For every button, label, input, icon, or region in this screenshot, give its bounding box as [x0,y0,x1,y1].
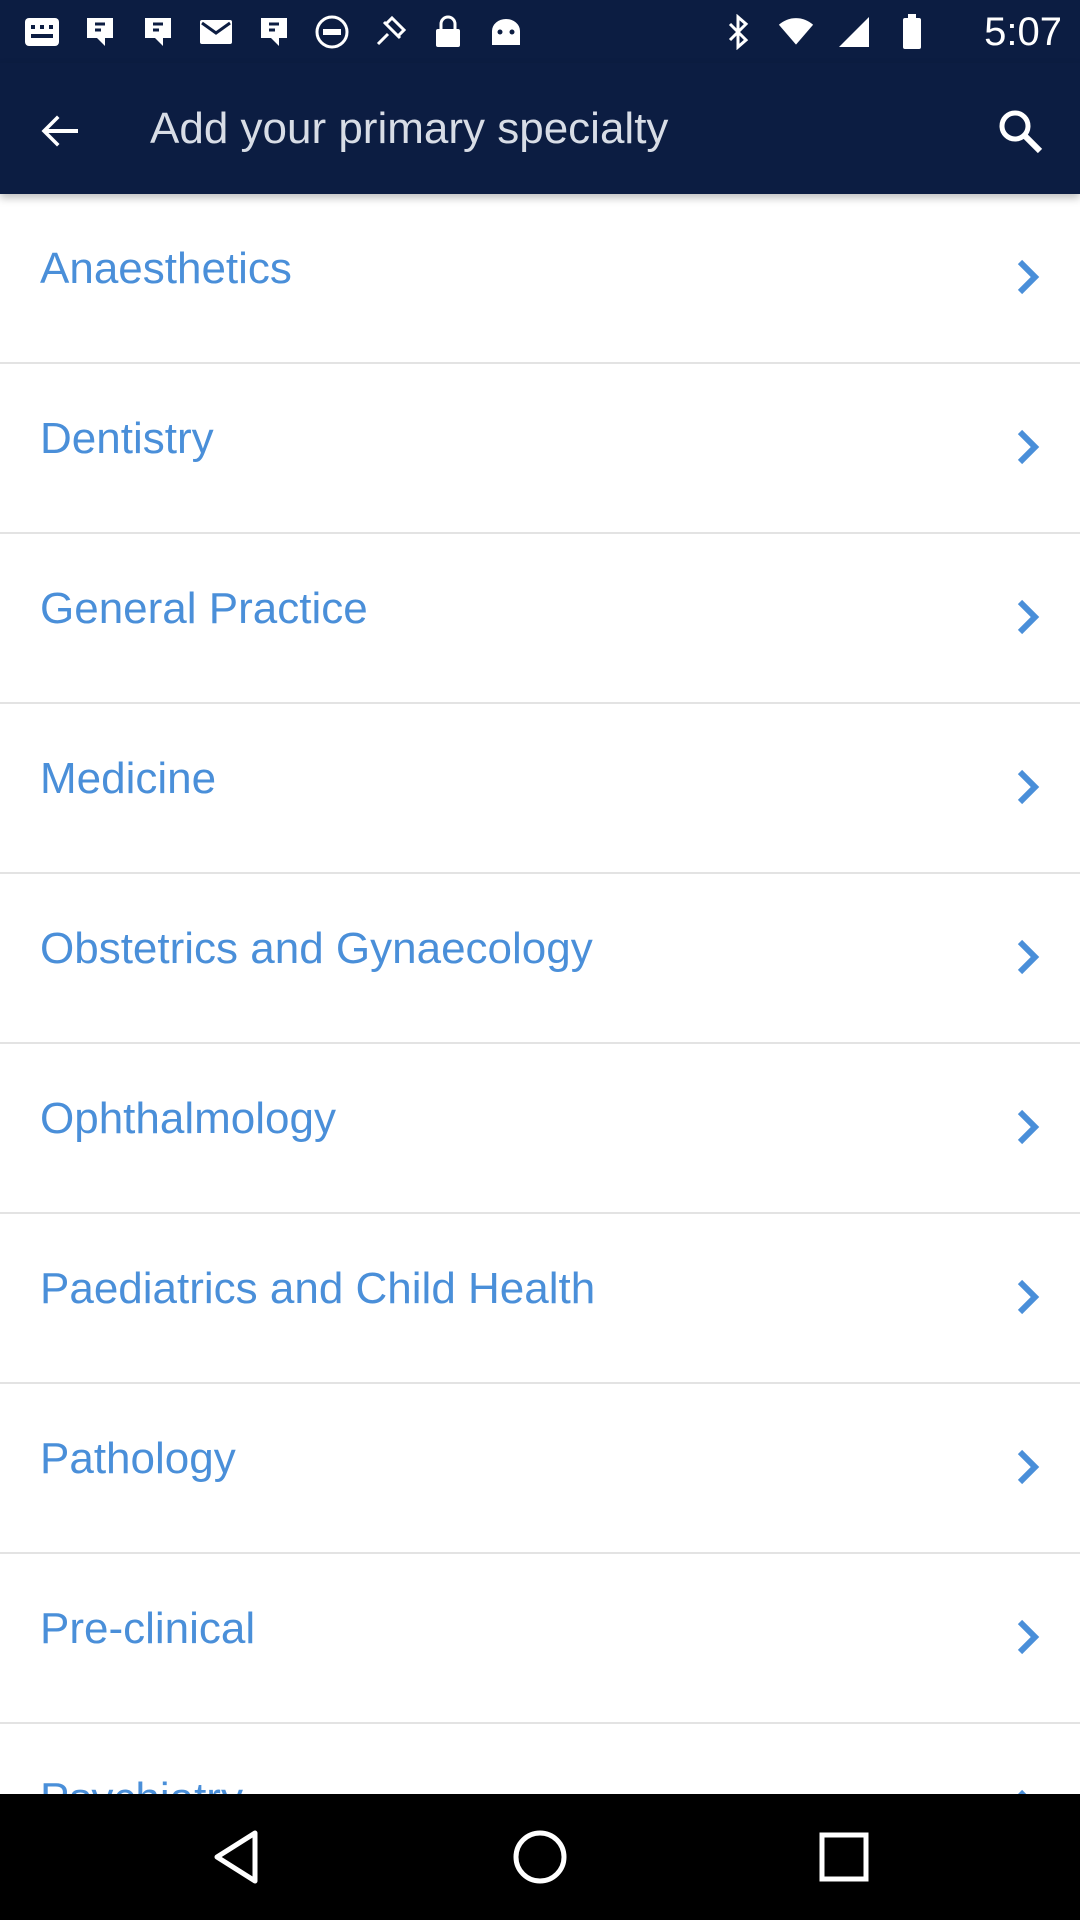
system-icons [720,12,930,52]
no-disturb-icon [314,14,350,50]
status-bar: 5:07 [0,0,1080,63]
search-button[interactable] [980,91,1060,171]
notification-icons [24,12,524,52]
search-icon [999,110,1043,154]
list-item-ophthalmology[interactable]: Ophthalmology [0,1044,1080,1214]
chevron-right-icon [1008,1442,1048,1492]
chevron-right-icon [1008,1782,1048,1794]
hashtag-icon [140,14,176,50]
list-item-general-practice[interactable]: General Practice [0,534,1080,704]
status-time: 5:07 [984,10,1062,54]
wifi-icon [778,14,814,50]
list-item-label: Obstetrics and Gynaecology [40,924,593,973]
fake-gps-icon [372,14,408,50]
battery-icon [894,14,930,50]
list-item-medicine[interactable]: Medicine [0,704,1080,874]
list-item-anaesthetics[interactable]: Anaesthetics [0,194,1080,364]
hashtag-icon [256,14,292,50]
chevron-right-icon [1008,592,1048,642]
list-item-paediatrics-and-child-health[interactable]: Paediatrics and Child Health [0,1214,1080,1384]
list-item-label: Medicine [40,754,217,803]
list-item-label: Anaesthetics [40,244,292,293]
chevron-right-icon [1008,932,1048,982]
chevron-right-icon [1008,422,1048,472]
messages-icon [24,14,60,50]
list-item-psychiatry[interactable]: Psychiatry [0,1724,1080,1794]
mail-icon [198,14,234,50]
nav-back-button[interactable] [196,1817,276,1897]
recents-square-icon [819,1832,869,1882]
list-item-label: Psychiatry [40,1774,243,1794]
list-item-label: Paediatrics and Child Health [40,1264,596,1313]
nav-home-button[interactable] [500,1817,580,1897]
chevron-right-icon [1008,1272,1048,1322]
back-triangle-icon [214,1830,258,1884]
android-icon [488,14,524,50]
signal-icon [836,14,872,50]
chevron-right-icon [1008,762,1048,812]
bluetooth-icon [720,14,756,50]
list-item-dentistry[interactable]: Dentistry [0,364,1080,534]
app-bar [0,63,1080,194]
list-item-label: Ophthalmology [40,1094,336,1143]
list-item-label: Pre-clinical [40,1604,256,1653]
list-item-pathology[interactable]: Pathology [0,1384,1080,1554]
home-circle-icon [513,1830,567,1884]
chevron-right-icon [1008,1102,1048,1152]
list-item-obstetrics-and-gynaecology[interactable]: Obstetrics and Gynaecology [0,874,1080,1044]
chevron-right-icon [1008,252,1048,302]
back-button[interactable] [20,91,100,171]
arrow-back-icon [41,115,78,147]
lock-icon [430,14,466,50]
navigation-bar [0,1794,1080,1920]
list-item-pre-clinical[interactable]: Pre-clinical [0,1554,1080,1724]
list-item-label: General Practice [40,584,368,633]
chevron-right-icon [1008,1612,1048,1662]
list-item-label: Pathology [40,1434,236,1483]
nav-recents-button[interactable] [804,1817,884,1897]
list-item-label: Dentistry [40,414,214,463]
specialty-search-input[interactable] [148,93,932,165]
hashtag-icon [82,14,118,50]
specialty-list: Anaesthetics Dentistry General Practice … [0,194,1080,1794]
